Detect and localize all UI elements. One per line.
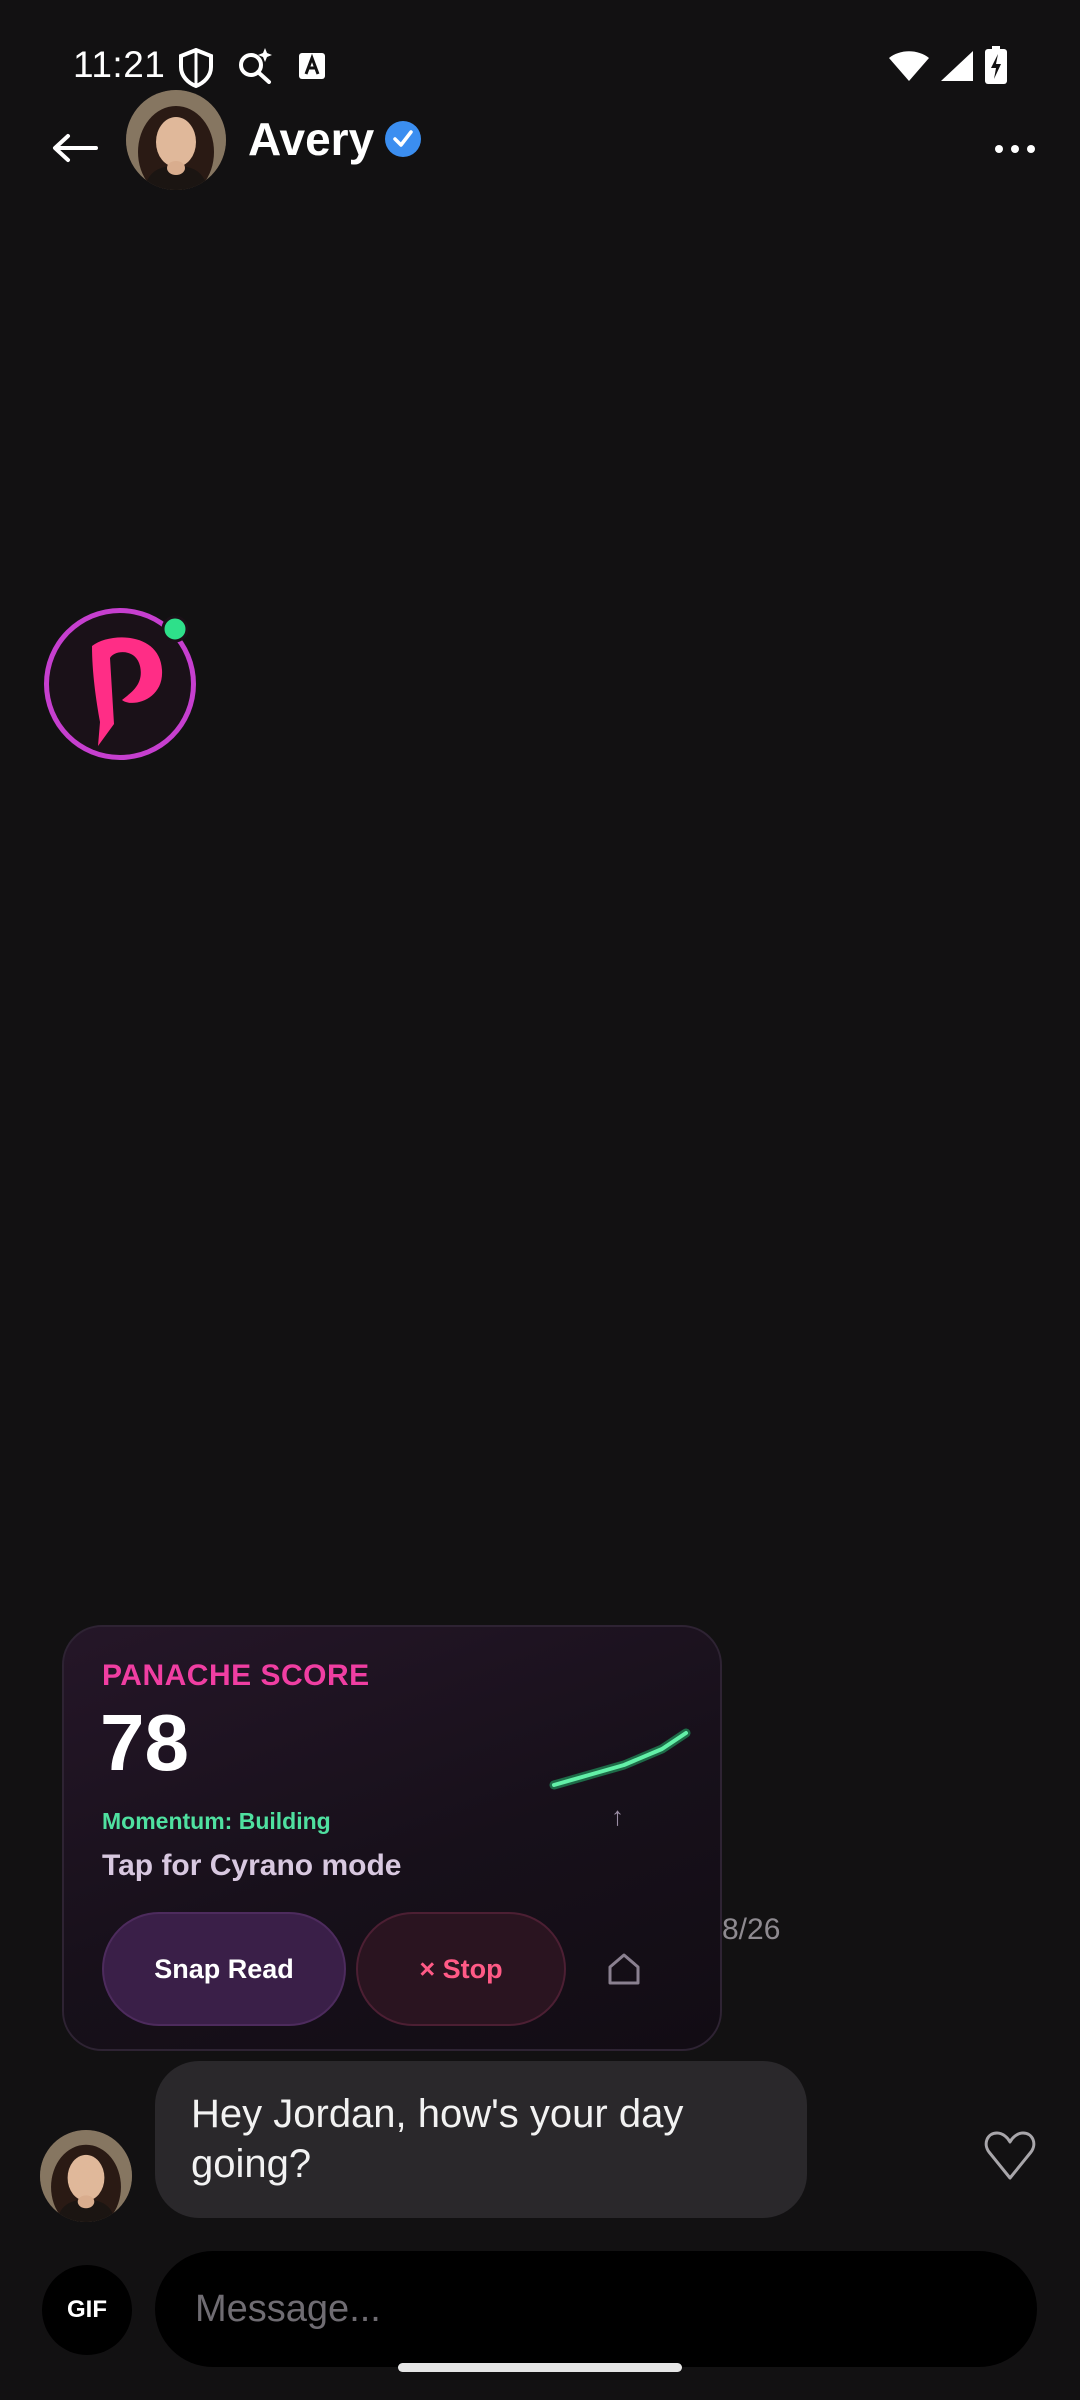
snap-read-button[interactable]: Snap Read	[102, 1912, 346, 2026]
search-sparkle-icon	[239, 48, 272, 84]
home-indicator[interactable]	[398, 2363, 682, 2372]
a-icon	[299, 53, 325, 79]
status-time: 11:21	[73, 44, 166, 85]
message-input[interactable]	[155, 2251, 1037, 2367]
heart-icon[interactable]	[982, 2128, 1038, 2184]
battery-charging-icon	[985, 46, 1007, 84]
sender-avatar[interactable]	[40, 2130, 132, 2222]
panache-score-card[interactable]: PANACHE SCORE 78 Momentum: Building Tap …	[62, 1625, 722, 2051]
shield-icon	[179, 48, 213, 88]
momentum-status: Momentum: Building	[102, 1808, 331, 1834]
back-button[interactable]	[40, 118, 110, 178]
panache-score-value: 78	[100, 1698, 189, 1787]
contact-avatar[interactable]	[126, 90, 226, 190]
message-bubble[interactable]: Hey Jordan, how's your day going?	[155, 2061, 807, 2218]
chat-screen: 11:21 Avery PANACHE SCORE 78 Momentum: B…	[0, 0, 1080, 2400]
more-options-button[interactable]	[980, 124, 1050, 174]
signal-icon	[941, 51, 973, 81]
panache-logo-bubble[interactable]	[40, 604, 200, 764]
panache-title: PANACHE SCORE	[102, 1659, 370, 1692]
chat-header: Avery	[0, 88, 1080, 198]
stop-button[interactable]: × Stop	[356, 1912, 566, 2026]
verified-badge-icon	[385, 121, 421, 157]
message-date: 8/26	[722, 1913, 781, 1946]
cyrano-mode-link[interactable]: Tap for Cyrano mode	[102, 1849, 401, 1883]
trend-up-arrow: ↑	[611, 1801, 624, 1831]
contact-name[interactable]: Avery	[248, 112, 374, 166]
trend-sparkline	[549, 1728, 691, 1790]
back-arrow-icon	[53, 134, 98, 162]
home-icon[interactable]	[604, 1949, 644, 1989]
avatar-photo	[40, 2130, 132, 2222]
wifi-icon	[889, 51, 929, 81]
more-horizontal-icon	[995, 145, 1035, 153]
panache-p-logo-icon	[44, 608, 196, 760]
avatar-photo	[126, 90, 226, 190]
gif-button[interactable]: GIF	[42, 2265, 132, 2355]
